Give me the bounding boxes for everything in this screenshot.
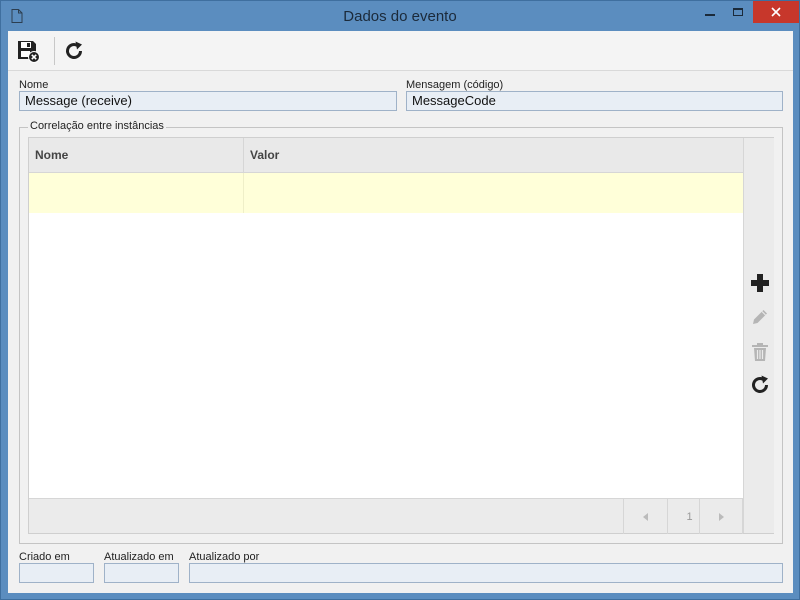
dialog-window: Dados do evento Nome Message (receive) M… xyxy=(0,0,800,600)
updated-on-label: Atualizado em xyxy=(104,551,174,563)
refresh-grid-button[interactable] xyxy=(747,372,773,398)
updated-by-field[interactable] xyxy=(189,563,783,583)
title-bar[interactable]: Dados do evento xyxy=(1,1,799,31)
message-code-label: Mensagem (código) xyxy=(406,79,504,91)
add-icon xyxy=(751,274,769,292)
message-code-field[interactable]: MessageCode xyxy=(406,91,783,111)
minimize-button[interactable] xyxy=(695,1,725,23)
delete-icon xyxy=(752,343,768,361)
toolbar-separator xyxy=(54,37,55,65)
column-header-nome[interactable]: Nome xyxy=(29,138,244,173)
column-header-valor[interactable]: Valor xyxy=(244,138,743,173)
updated-by-label: Atualizado por xyxy=(189,551,260,563)
add-row-button[interactable] xyxy=(747,270,773,296)
name-label: Nome xyxy=(19,79,49,91)
chevron-right-icon xyxy=(719,512,724,521)
maximize-icon xyxy=(733,8,743,16)
created-on-label: Criado em xyxy=(19,551,70,563)
save-close-button[interactable] xyxy=(14,37,42,65)
created-on-field[interactable] xyxy=(19,563,94,583)
close-icon xyxy=(771,7,781,17)
updated-on-field[interactable] xyxy=(104,563,179,583)
edit-row-button[interactable] xyxy=(747,304,773,330)
save-close-icon xyxy=(18,41,40,63)
window-title: Dados do evento xyxy=(343,8,457,25)
close-button[interactable] xyxy=(753,1,799,23)
refresh-button[interactable] xyxy=(60,37,88,65)
name-field[interactable]: Message (receive) xyxy=(19,91,397,111)
table-row[interactable] xyxy=(29,173,743,213)
grid-header: Nome Valor xyxy=(29,138,743,173)
maximize-button[interactable] xyxy=(725,1,751,23)
minimize-icon xyxy=(705,14,715,16)
chevron-left-icon xyxy=(642,512,648,521)
cell-valor[interactable] xyxy=(244,173,743,213)
next-page-button[interactable] xyxy=(699,499,743,534)
delete-row-button[interactable] xyxy=(747,339,773,365)
prev-page-button[interactable] xyxy=(623,499,667,534)
refresh-icon xyxy=(66,41,82,59)
correlation-grid: Nome Valor 1 xyxy=(28,137,774,534)
edit-icon xyxy=(753,310,767,324)
grid-pager: 1 xyxy=(29,498,743,534)
correlation-legend: Correlação entre instâncias xyxy=(28,120,166,132)
dialog-content: Nome Message (receive) Mensagem (código)… xyxy=(8,31,793,593)
cell-nome[interactable] xyxy=(29,173,244,213)
refresh-icon xyxy=(752,375,768,393)
grid-action-bar xyxy=(743,138,774,533)
toolbar xyxy=(8,31,793,71)
